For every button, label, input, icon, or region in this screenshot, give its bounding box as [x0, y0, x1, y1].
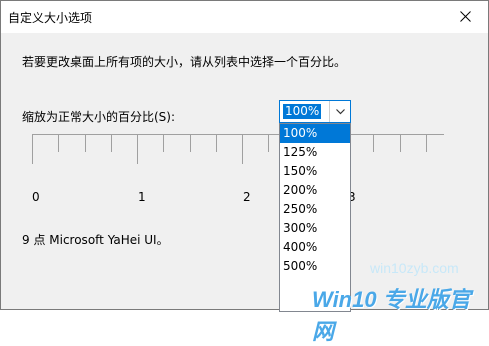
dropdown-option[interactable]: 125% — [280, 143, 350, 162]
chevron-down-icon — [335, 108, 345, 114]
dropdown-option[interactable]: 150% — [280, 162, 350, 181]
close-icon — [459, 11, 471, 22]
dropdown-option[interactable]: 300% — [280, 219, 350, 238]
scale-percentage-label: 缩放为正常大小的百分比(S): — [22, 110, 176, 124]
dialog-title: 自定义大小选项 — [8, 11, 93, 25]
instruction-text: 若要更改桌面上所有项的大小，请从列表中选择一个百分比。 — [22, 55, 347, 69]
dropdown-option[interactable]: 500% — [280, 257, 350, 276]
scale-percentage-combobox[interactable]: 100% — [279, 100, 351, 123]
ruler-label-1: 1 — [138, 190, 146, 204]
watermark-url: win10zyb.com — [370, 260, 459, 276]
dropdown-option[interactable]: 200% — [280, 181, 350, 200]
close-button[interactable] — [442, 1, 488, 32]
ruler-label-0: 0 — [32, 190, 40, 204]
font-info-text: 9 点 Microsoft YaHei UI。 — [22, 233, 169, 247]
title-bar: 自定义大小选项 — [1, 1, 488, 32]
combobox-value: 100% — [283, 104, 322, 119]
ruler-label-2: 2 — [243, 190, 251, 204]
dropdown-option[interactable]: 250% — [280, 200, 350, 219]
scale-ruler[interactable] — [32, 134, 444, 164]
watermark-logo: Win10 专业版官网 — [312, 287, 471, 344]
dropdown-option[interactable]: 100% — [280, 124, 350, 143]
combobox-dropdown-button[interactable] — [329, 101, 350, 122]
dropdown-option[interactable]: 400% — [280, 238, 350, 257]
